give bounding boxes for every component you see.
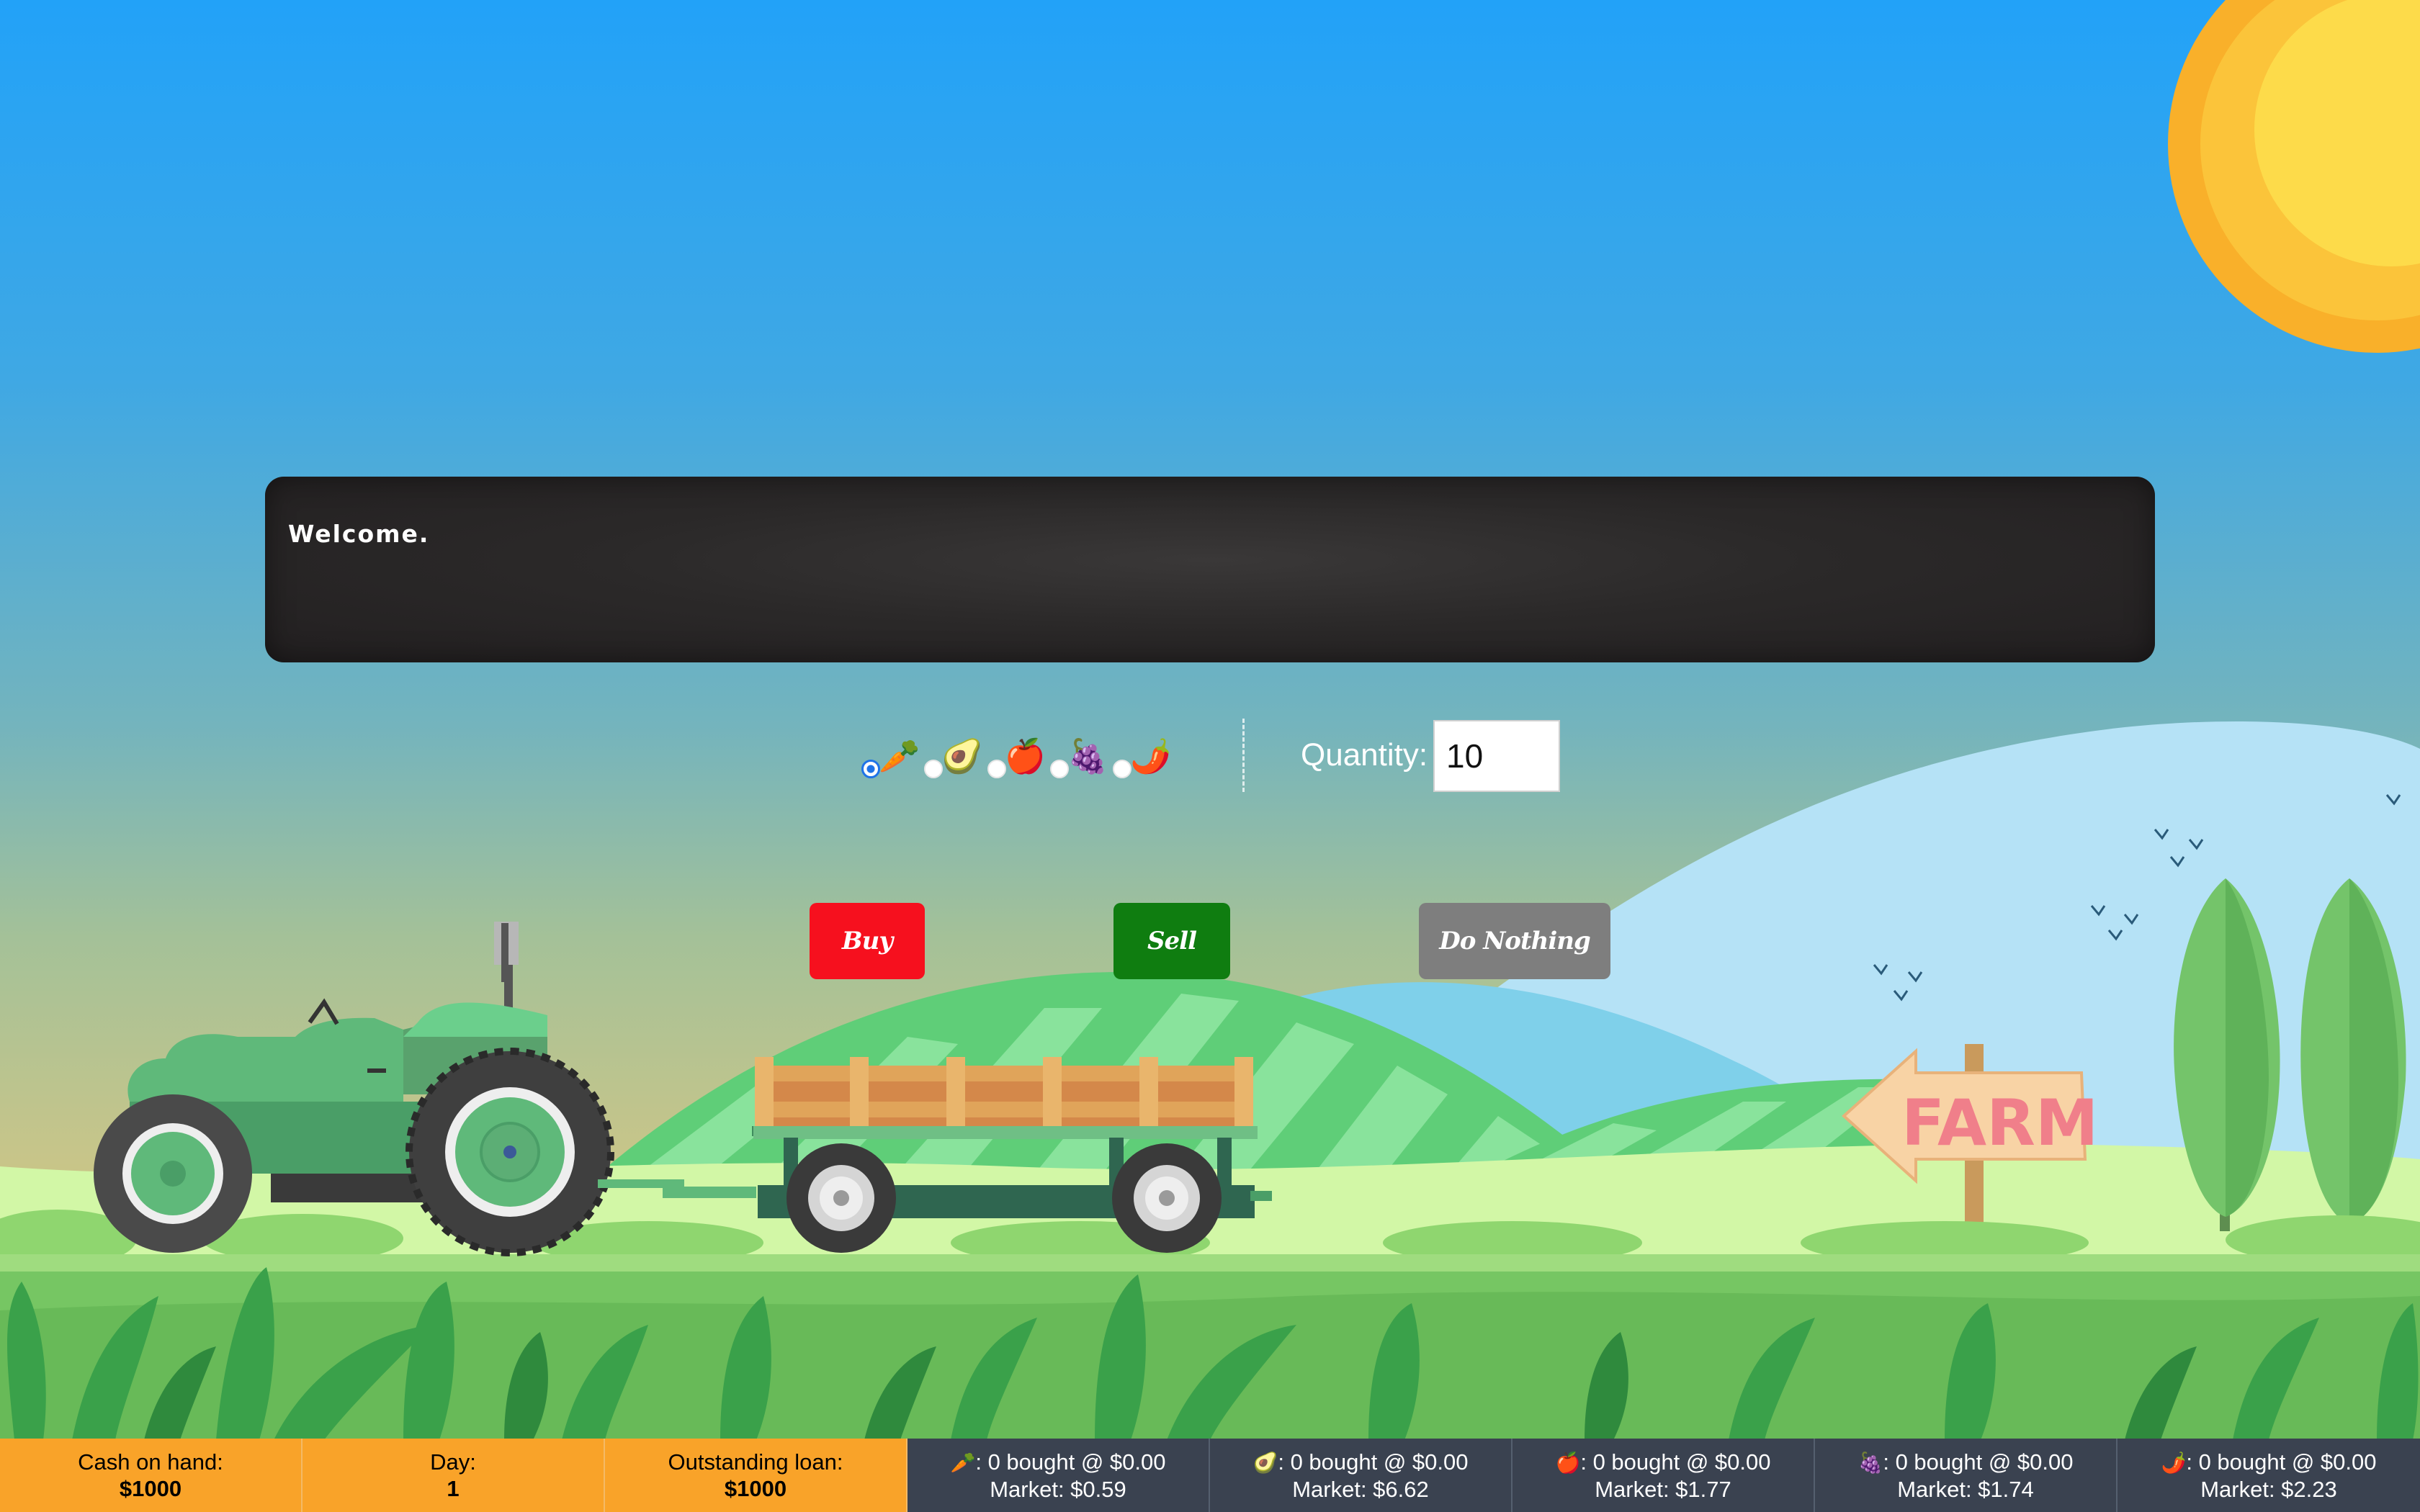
produce-selector: 🥕 🥑 🍎 🍇 🌶️	[861, 727, 1175, 785]
inventory-market-price: Market: $1.74	[1897, 1476, 2034, 1502]
produce-option-carrot[interactable]: 🥕	[861, 734, 920, 778]
inventory-cell-grapes: 🍇: 0 bought @ $0.00 Market: $1.74	[1815, 1439, 2118, 1512]
produce-option-grapes[interactable]: 🍇	[1049, 734, 1109, 778]
divider	[1242, 719, 1245, 792]
status-bar: Cash on hand: $1000 Day: 1 Outstanding l…	[0, 1439, 2420, 1512]
avocado-icon: 🥑	[1252, 1451, 1278, 1474]
inventory-bought-text: : 0 bought @ $0.00	[1278, 1449, 1469, 1475]
quantity-label: Quantity:	[1301, 737, 1428, 773]
carrot-icon: 🥕	[879, 737, 920, 775]
day-cell: Day: 1	[302, 1439, 605, 1512]
inventory-bought-text: : 0 bought @ $0.00	[1883, 1449, 2074, 1475]
farm-sign-text: FARM	[1901, 1086, 2098, 1160]
inventory-cell-apple: 🍎: 0 bought @ $0.00 Market: $1.77	[1512, 1439, 1815, 1512]
outstanding-loan-value: $1000	[724, 1476, 787, 1501]
inventory-bought-line: 🍎: 0 bought @ $0.00	[1512, 1449, 1814, 1476]
produce-radio[interactable]	[1113, 760, 1132, 778]
outstanding-loan-cell: Outstanding loan: $1000	[605, 1439, 908, 1512]
inventory-market-price: Market: $1.77	[1595, 1476, 1731, 1502]
produce-option-avocado[interactable]: 🥑	[924, 734, 983, 778]
inventory-cell-avocado: 🥑: 0 bought @ $0.00 Market: $6.62	[1210, 1439, 1512, 1512]
inventory-cell-chili-pepper: 🌶️: 0 bought @ $0.00 Market: $2.23	[2118, 1439, 2420, 1512]
inventory-bought-line: 🌶️: 0 bought @ $0.00	[2118, 1449, 2420, 1476]
outstanding-loan-label: Outstanding loan:	[668, 1449, 843, 1475]
cash-on-hand-cell: Cash on hand: $1000	[0, 1439, 302, 1512]
grapes-icon: 🍇	[1857, 1451, 1883, 1474]
chili-pepper-icon: 🌶️	[1130, 737, 1172, 775]
inventory-bought-line: 🥑: 0 bought @ $0.00	[1210, 1449, 1511, 1476]
sell-button[interactable]: Sell	[1113, 903, 1230, 979]
produce-option-apple[interactable]: 🍎	[987, 734, 1046, 778]
carrot-icon: 🥕	[950, 1451, 976, 1474]
inventory-market-price: Market: $2.23	[2200, 1476, 2337, 1502]
inventory-bought-text: : 0 bought @ $0.00	[1580, 1449, 1771, 1475]
farm-scenery: FARM	[0, 0, 2420, 1441]
inventory-cell-carrot: 🥕: 0 bought @ $0.00 Market: $0.59	[908, 1439, 1210, 1512]
cash-on-hand-value: $1000	[119, 1476, 182, 1501]
produce-radio[interactable]	[861, 760, 880, 778]
produce-radio[interactable]	[924, 760, 944, 778]
message-board: Welcome.	[265, 477, 2155, 662]
apple-icon: 🍎	[1555, 1451, 1581, 1474]
produce-radio[interactable]	[1049, 760, 1069, 778]
avocado-icon: 🥑	[941, 737, 983, 775]
produce-option-chili-pepper[interactable]: 🌶️	[1113, 734, 1171, 778]
produce-radio[interactable]	[987, 760, 1006, 778]
quantity-input[interactable]	[1433, 720, 1560, 792]
chili-pepper-icon: 🌶️	[2161, 1451, 2187, 1474]
grapes-icon: 🍇	[1067, 737, 1109, 775]
sun-icon	[2168, 0, 2420, 353]
buy-button[interactable]: Buy	[810, 903, 925, 979]
inventory-market-price: Market: $0.59	[990, 1476, 1126, 1502]
do-nothing-button[interactable]: Do Nothing	[1419, 903, 1610, 979]
apple-icon: 🍎	[1004, 737, 1046, 775]
day-value: 1	[447, 1476, 460, 1501]
inventory-bought-text: : 0 bought @ $0.00	[975, 1449, 1166, 1475]
day-label: Day:	[430, 1449, 476, 1475]
inventory-bought-text: : 0 bought @ $0.00	[2186, 1449, 2377, 1475]
cash-on-hand-label: Cash on hand:	[78, 1449, 223, 1475]
inventory-bought-line: 🍇: 0 bought @ $0.00	[1815, 1449, 2116, 1476]
inventory-bought-line: 🥕: 0 bought @ $0.00	[908, 1449, 1209, 1476]
message-board-text: Welcome.	[288, 520, 430, 548]
inventory-market-price: Market: $6.62	[1292, 1476, 1429, 1502]
